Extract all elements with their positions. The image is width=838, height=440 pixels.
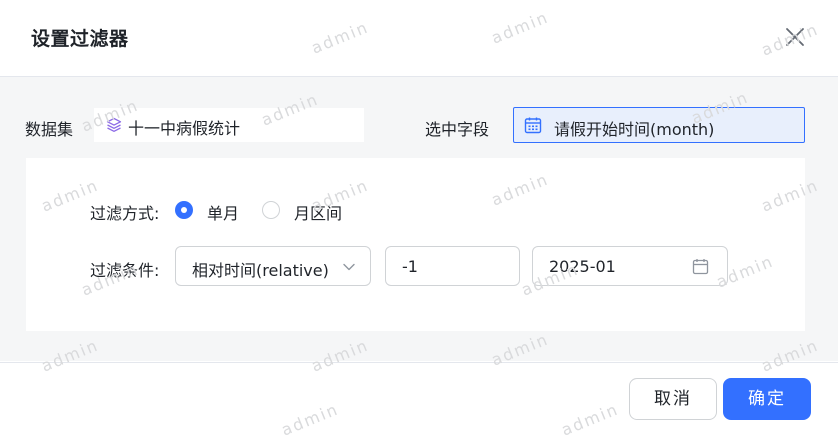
selected-field[interactable]: 请假开始时间(month) xyxy=(513,107,805,143)
chevron-down-icon xyxy=(343,263,355,271)
dataset-display: 十一中病假统计 xyxy=(94,108,364,142)
close-icon xyxy=(786,28,804,46)
dialog-title: 设置过滤器 xyxy=(31,28,129,50)
watermark: admin xyxy=(278,399,342,440)
offset-value: -1 xyxy=(402,257,418,276)
dataset-name: 十一中病假统计 xyxy=(128,119,241,138)
filter-panel xyxy=(26,158,805,331)
radio-month-range[interactable] xyxy=(262,201,280,219)
field-label: 选中字段 xyxy=(425,120,490,139)
dataset-label: 数据集 xyxy=(25,120,74,139)
footer-divider xyxy=(0,362,838,363)
date-value: 2025-01 xyxy=(549,257,616,276)
time-type-value: 相对时间(relative) xyxy=(192,261,329,280)
layers-icon xyxy=(106,117,122,132)
radio-month-range-label[interactable]: 月区间 xyxy=(294,200,342,224)
offset-input[interactable]: -1 xyxy=(385,246,520,286)
radio-single-month[interactable] xyxy=(175,201,193,219)
filter-condition-label: 过滤条件: xyxy=(90,261,160,280)
confirm-button[interactable]: 确定 xyxy=(723,378,811,420)
watermark: admin xyxy=(558,399,622,440)
cancel-button[interactable]: 取消 xyxy=(629,378,717,420)
selected-field-value: 请假开始时间(month) xyxy=(554,120,715,139)
time-type-select[interactable]: 相对时间(relative) xyxy=(175,246,371,286)
dialog-header: 设置过滤器 xyxy=(0,0,838,77)
calendar-icon xyxy=(524,117,542,134)
radio-single-month-label[interactable]: 单月 xyxy=(207,200,239,224)
filter-mode-label: 过滤方式: xyxy=(90,204,160,223)
filter-dialog: 设置过滤器 数据集 十一中病假统计 选中字段 请假开始时间(month) 过滤方… xyxy=(0,0,838,440)
date-picker[interactable]: 2025-01 xyxy=(532,246,728,286)
calendar-icon xyxy=(692,259,709,275)
close-button[interactable] xyxy=(780,22,810,52)
